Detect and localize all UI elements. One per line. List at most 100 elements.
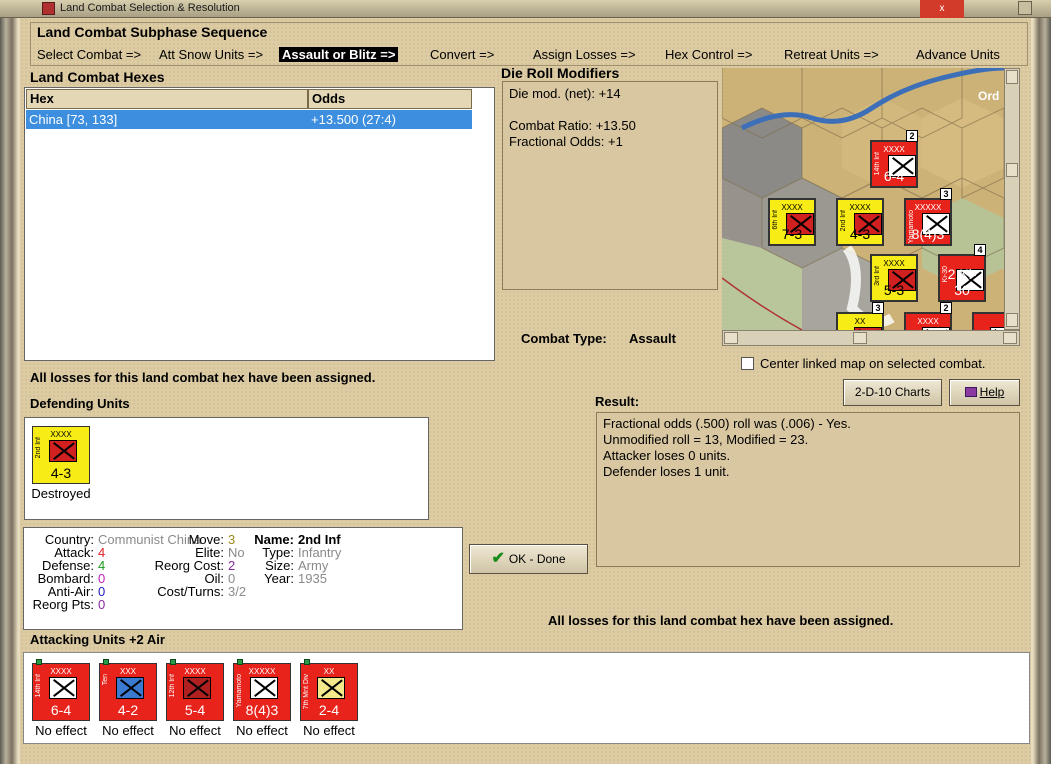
phase-step[interactable]: Assign Losses => — [533, 47, 636, 62]
app-icon — [42, 2, 55, 15]
result-line: Unmodified roll = 13, Modified = 23. — [603, 432, 809, 447]
stack-count: 4 — [974, 244, 986, 256]
unit-values: 4-2 — [117, 702, 139, 718]
unit-values: 4-3 — [849, 226, 871, 242]
phase-step[interactable]: Retreat Units => — [784, 47, 879, 62]
unit-values: 2 Ki-30 — [947, 266, 977, 298]
losses-message-top: All losses for this land combat hex have… — [30, 370, 376, 385]
scroll-down-arrow-icon[interactable] — [1006, 313, 1018, 327]
unit-values: 5-3 — [883, 282, 905, 298]
phase-step[interactable]: Convert => — [430, 47, 494, 62]
table-row-hex[interactable]: China [73, 133] — [26, 110, 308, 129]
stack-indicator-icon — [36, 659, 42, 665]
close-button[interactable]: x — [920, 0, 964, 18]
phase-step[interactable]: Att Snow Units => — [159, 47, 263, 62]
die-roll-line: Combat Ratio: +13.50 — [509, 118, 636, 133]
table-row-odds[interactable]: +13.500 (27:4) — [308, 110, 472, 129]
unit-counter[interactable]: XXXX 2 — [904, 302, 952, 330]
losses-message-bottom: All losses for this land combat hex have… — [548, 613, 894, 628]
info-value: 3/2 — [228, 584, 247, 599]
phase-step[interactable]: Select Combat => — [37, 47, 141, 62]
checkmark-icon: ✔ — [491, 550, 505, 567]
ok-done-button[interactable]: ✔ OK - Done — [469, 544, 588, 574]
unit-values: 7-3 — [781, 226, 803, 242]
hexes-title: Land Combat Hexes — [30, 69, 165, 85]
stack-indicator-icon — [103, 659, 109, 665]
info-value: 1935 — [298, 571, 327, 586]
restore-button[interactable] — [1018, 1, 1032, 15]
unit-status: Destroyed — [31, 486, 91, 501]
unit-counter[interactable]: XXXX 14th Inf 6-4 2 — [870, 130, 918, 188]
map-label: Ord — [978, 89, 999, 103]
window-title: Land Combat Selection & Resolution — [60, 2, 240, 14]
unit-counter[interactable]: XXXX 2nd Inf 4-3 — [836, 198, 884, 246]
map-vertical-scrollbar[interactable] — [1004, 68, 1020, 330]
unit-values: 8(4)3 — [911, 226, 945, 242]
unit-counter[interactable]: XXXX 3rd Inf 5-3 — [870, 254, 918, 302]
ok-done-label: OK - Done — [508, 552, 566, 566]
info-row: Reorg Pts: 0 — [28, 597, 106, 612]
info-key: Year: — [264, 571, 294, 586]
unit-name: 14th Inf — [35, 674, 42, 698]
hexes-table[interactable]: Hex Odds China [73, 133] +13.500 (27:4) — [24, 87, 495, 361]
unit-name: Ten — [102, 674, 109, 686]
stack-count: 2 — [906, 130, 918, 142]
unit-counter[interactable]: XXXX 12th Inf 5-4 — [166, 659, 224, 721]
result-line: Fractional odds (.500) roll was (.006) -… — [603, 416, 851, 431]
defending-units-box: XXXX 2nd Inf 4-3 Destroyed — [24, 417, 429, 520]
phase-step[interactable]: Assault or Blitz => — [279, 47, 399, 62]
unit-counter[interactable]: XXX Ten 4-2 — [99, 659, 157, 721]
info-key: Reorg Pts: — [32, 597, 94, 612]
scroll-thumb[interactable] — [1006, 163, 1018, 177]
unit-counter[interactable]: XXXX 6th Inf 7-3 — [768, 198, 816, 246]
unit-status: No effect — [169, 723, 221, 738]
unit-name: 12th Inf — [169, 674, 176, 698]
unit-counter[interactable]: XXXX 2nd Inf 4-3 — [32, 426, 90, 484]
unit-size: XX — [854, 317, 866, 326]
unit-counter[interactable]: XXXXX Yamamoto 8(4)3 3 — [904, 188, 952, 246]
die-roll-line — [509, 102, 711, 118]
unit-counter[interactable] — [972, 312, 1004, 330]
column-header-odds[interactable]: Odds — [308, 89, 472, 109]
unit-counter[interactable]: Ki-30 2 Ki-30 4 — [938, 244, 986, 302]
unit-size: XXXX — [917, 317, 939, 326]
scroll-h-thumb[interactable] — [853, 332, 867, 344]
unit-status: No effect — [303, 723, 355, 738]
center-map-checkbox[interactable] — [741, 357, 754, 370]
phase-step[interactable]: Advance Units — [916, 47, 1000, 62]
unit-values: 6-4 — [883, 168, 905, 184]
die-roll-line: Die mod. (net): +14 — [509, 86, 621, 101]
scroll-right-arrow-icon[interactable] — [1003, 332, 1017, 344]
info-row: Cost/Turns: 3/2 — [144, 584, 246, 599]
charts-button[interactable]: 2-D-10 Charts — [843, 379, 942, 406]
title-bar[interactable]: Land Combat Selection & Resolution x — [0, 0, 1051, 18]
scroll-up-arrow-icon[interactable] — [1006, 70, 1018, 84]
unit-counter[interactable]: XX 3 — [836, 302, 884, 330]
stack-indicator-icon — [170, 659, 176, 665]
unit-name: 2nd Inf — [35, 437, 42, 459]
unit-status: No effect — [236, 723, 288, 738]
linked-map[interactable]: Ord XXXX 14th Inf 6-4 2 XXXX 6th Inf 7-3 XXXX 2n… — [722, 68, 1004, 330]
unit-counter[interactable]: XXXX 14th Inf 6-4 — [32, 659, 90, 721]
attacking-title: Attacking Units +2 Air — [30, 632, 165, 647]
stack-count: 2 — [940, 302, 952, 314]
infantry-symbol-icon — [49, 677, 77, 699]
stack-indicator-icon — [304, 659, 310, 665]
unit-info-panel: Country: Communist China Attack: 4 Defense: 4… — [23, 527, 463, 630]
stack-count: 3 — [940, 188, 952, 200]
unit-values: 4-3 — [50, 465, 72, 481]
die-roll-title: Die Roll Modifiers — [501, 65, 620, 81]
die-roll-box: Die mod. (net): +14 Combat Ratio: +13.50… — [502, 81, 718, 290]
info-value: 0 — [98, 597, 106, 612]
help-label: Help — [979, 385, 1005, 399]
unit-counter[interactable]: XX 7th Mnt Div 2-4 — [300, 659, 358, 721]
help-button[interactable]: Help — [949, 379, 1020, 406]
infantry-symbol-icon — [183, 677, 211, 699]
phase-step[interactable]: Hex Control => — [665, 47, 752, 62]
result-title: Result: — [595, 394, 640, 409]
infantry-symbol-icon — [250, 677, 278, 699]
scroll-left-arrow-icon[interactable] — [724, 332, 738, 344]
unit-counter[interactable]: XXXXX Yamamoto 8(4)3 — [233, 659, 291, 721]
column-header-hex[interactable]: Hex — [26, 89, 308, 109]
map-horizontal-scrollbar[interactable] — [722, 330, 1020, 346]
